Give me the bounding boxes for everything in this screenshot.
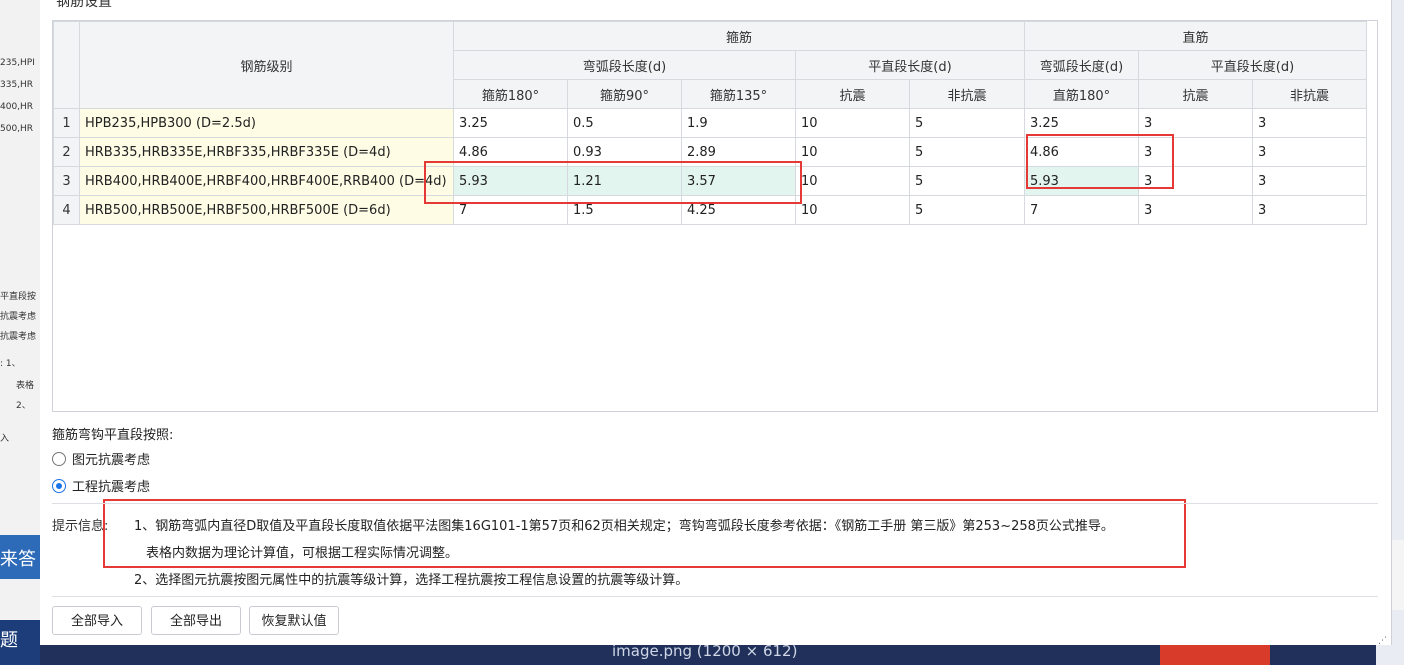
col-header: 直筋180° (1024, 79, 1139, 109)
value-cell[interactable]: 3 (1252, 166, 1367, 196)
value-cell[interactable]: 3 (1138, 195, 1253, 225)
rebar-settings-dialog: 钢筋设置 钢筋级别 箍筋 直筋 弯弧段长度(d) 平直段长度(d) 弯弧段长度(… (40, 0, 1392, 646)
value-cell[interactable]: 10 (795, 108, 910, 138)
rebar-table-container[interactable]: 钢筋级别 箍筋 直筋 弯弧段长度(d) 平直段长度(d) 弯弧段长度(d) 平直… (52, 20, 1378, 412)
grade-cell[interactable]: HRB335,HRB335E,HRBF335,HRBF335E (D=4d) (79, 137, 454, 167)
tip-line-1: 1、钢筋弯弧内直径D取值及平直段长度取值依据平法图集16G101-1第57页和6… (134, 519, 1114, 534)
value-cell[interactable]: 3.25 (453, 108, 568, 138)
bg-fragment: 抗震考虑 (0, 332, 36, 342)
value-cell[interactable]: 3 (1252, 137, 1367, 167)
radio-label: 工程抗震考虑 (72, 480, 151, 495)
radio-label: 图元抗震考虑 (72, 453, 151, 468)
value-cell[interactable]: 3 (1252, 195, 1367, 225)
value-cell[interactable]: 3 (1138, 137, 1253, 167)
bg-fragment: 平直段按 (0, 292, 36, 302)
value-cell[interactable]: 10 (795, 137, 910, 167)
radio-project-seismic[interactable]: 工程抗震考虑 (52, 476, 150, 495)
tip-line-2: 表格内数据为理论计算值，可根据工程实际情况调整。 (146, 546, 459, 561)
value-cell[interactable]: 3.25 (1024, 108, 1139, 138)
straight-group-header: 直筋 (1024, 21, 1367, 51)
value-cell[interactable]: 5 (909, 166, 1025, 196)
row-number: 1 (53, 108, 80, 138)
col-header: 非抗震 (909, 79, 1025, 109)
value-cell[interactable]: 2.89 (681, 137, 796, 167)
value-cell[interactable]: 5.93 (453, 166, 568, 196)
value-cell[interactable]: 3 (1138, 166, 1253, 196)
bg-blue-banner: 来答 (0, 535, 40, 579)
value-cell[interactable]: 7 (453, 195, 568, 225)
straight-flat-length-header: 平直段长度(d) (1138, 50, 1367, 80)
col-header: 抗震 (795, 79, 910, 109)
radio-element-seismic[interactable]: 图元抗震考虑 (52, 449, 150, 468)
bg-fragment: 抗震考虑 (0, 312, 36, 322)
straight-bend-length-header: 弯弧段长度(d) (1024, 50, 1139, 80)
tips-label: 提示信息: (52, 519, 109, 534)
background-left-panel: 235,HPI 335,HR 400,HR 500,HR 平直段按 抗震考虑 抗… (0, 0, 40, 665)
value-cell[interactable]: 7 (1024, 195, 1139, 225)
value-cell[interactable]: 0.93 (567, 137, 682, 167)
grade-header: 钢筋级别 (79, 21, 454, 109)
value-cell[interactable]: 0.5 (567, 108, 682, 138)
value-cell[interactable]: 4.86 (1024, 137, 1139, 167)
value-cell[interactable]: 10 (795, 166, 910, 196)
value-cell[interactable]: 10 (795, 195, 910, 225)
value-cell[interactable]: 5 (909, 108, 1025, 138)
radio-button-checked[interactable] (52, 478, 66, 493)
section-divider (52, 503, 1378, 504)
table-row[interactable]: 1 HPB235,HPB300 (D=2.5d) 3.25 0.5 1.9 10… (53, 108, 1367, 138)
row-number: 4 (53, 195, 80, 225)
table-row[interactable]: 2 HRB335,HRB335E,HRBF335,HRBF335E (D=4d)… (53, 137, 1367, 167)
value-cell[interactable]: 5.93 (1024, 166, 1139, 196)
restore-default-button[interactable]: 恢复默认值 (249, 606, 339, 635)
hook-option-label: 箍筋弯钩平直段按照: (52, 428, 174, 443)
bg-fragment: 入 (0, 434, 10, 444)
rownum-header (53, 21, 80, 109)
value-cell[interactable]: 3 (1138, 108, 1253, 138)
rebar-table: 钢筋级别 箍筋 直筋 弯弧段长度(d) 平直段长度(d) 弯弧段长度(d) 平直… (53, 21, 1367, 225)
row-number: 2 (53, 137, 80, 167)
export-all-button[interactable]: 全部导出 (151, 606, 241, 635)
col-header: 非抗震 (1252, 79, 1367, 109)
value-cell[interactable]: 4.86 (453, 137, 568, 167)
table-row-selected[interactable]: 3 HRB400,HRB400E,HRBF400,HRBF400E,RRB400… (53, 166, 1367, 196)
resize-grip-icon[interactable]: ⋰ (1378, 636, 1387, 646)
value-cell[interactable]: 3 (1252, 108, 1367, 138)
tip-line-3: 2、选择图元抗震按图元属性中的抗震等级计算，选择工程抗震按工程信息设置的抗震等级… (134, 573, 689, 588)
dialog-title-bar: 钢筋设置 (40, 0, 1391, 10)
bg-fragment: : 1、 (0, 359, 21, 369)
col-header: 箍筋135° (681, 79, 796, 109)
section-divider (52, 596, 1378, 597)
stirrup-bend-length-header: 弯弧段长度(d) (453, 50, 796, 80)
value-cell[interactable]: 5 (909, 195, 1025, 225)
col-header: 箍筋90° (567, 79, 682, 109)
dialog-title: 钢筋设置 (56, 0, 112, 10)
grade-cell[interactable]: HPB235,HPB300 (D=2.5d) (79, 108, 454, 138)
row-number: 3 (53, 166, 80, 196)
col-header: 箍筋180° (453, 79, 568, 109)
value-cell[interactable]: 4.25 (681, 195, 796, 225)
grade-cell[interactable]: HRB400,HRB400E,HRBF400,HRBF400E,RRB400 (… (79, 166, 454, 196)
radio-button[interactable] (52, 451, 66, 466)
bg-fragment: 235,HPI (0, 58, 35, 68)
bg-fragment: 335,HR (0, 80, 34, 90)
grade-cell[interactable]: HRB500,HRB500E,HRBF500,HRBF500E (D=6d) (79, 195, 454, 225)
col-header: 抗震 (1138, 79, 1253, 109)
table-row[interactable]: 4 HRB500,HRB500E,HRBF500,HRBF500E (D=6d)… (53, 195, 1367, 225)
bg-fragment: 400,HR (0, 102, 34, 112)
value-cell[interactable]: 5 (909, 137, 1025, 167)
value-cell[interactable]: 1.21 (567, 166, 682, 196)
bg-red-button (1160, 644, 1270, 665)
stirrup-flat-length-header: 平直段长度(d) (795, 50, 1025, 80)
bg-dark-banner: 题 (0, 620, 40, 665)
value-cell[interactable]: 1.9 (681, 108, 796, 138)
value-cell[interactable]: 3.57 (681, 166, 796, 196)
import-all-button[interactable]: 全部导入 (52, 606, 142, 635)
bg-fragment: 500,HR (0, 124, 34, 134)
value-cell[interactable]: 1.5 (567, 195, 682, 225)
stirrup-group-header: 箍筋 (453, 21, 1025, 51)
